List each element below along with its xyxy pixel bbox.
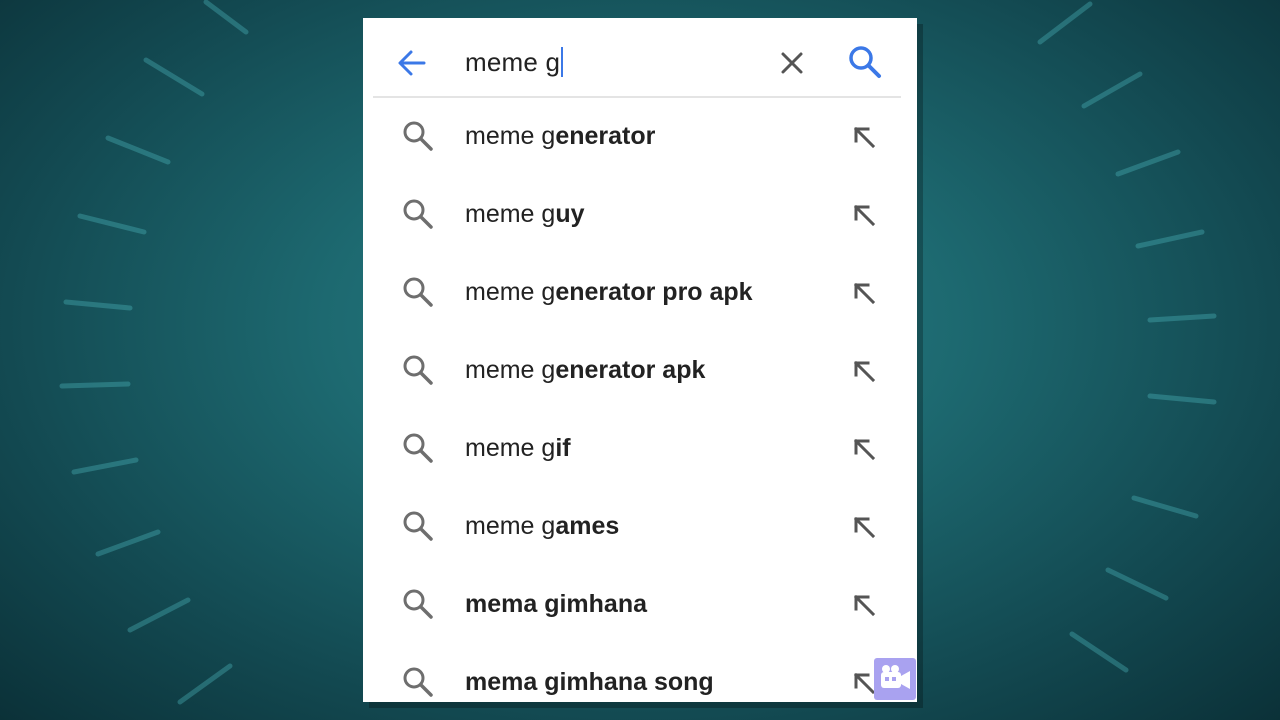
suggestion-completion-text: enerator pro apk [555, 278, 753, 306]
arrow-up-left-icon[interactable] [849, 356, 879, 386]
suggestion-item[interactable]: meme games [363, 506, 917, 584]
arrow-up-left-icon[interactable] [849, 512, 879, 542]
suggestion-label: meme generator pro apk [465, 274, 753, 310]
search-icon [403, 433, 433, 463]
suggestion-label: mema gimhana [465, 586, 647, 622]
suggestion-completion-text: uy [555, 200, 585, 228]
search-icon [403, 277, 433, 307]
search-query-text: meme g [465, 46, 561, 77]
suggestion-item[interactable]: mema gimhana song [363, 662, 917, 702]
suggestion-list: meme generator meme guy meme generator pro… [363, 116, 917, 702]
suggestion-label: meme generator [465, 118, 655, 154]
search-divider [373, 96, 901, 98]
suggestion-completion-text: ames [555, 512, 620, 540]
video-camera-icon [881, 665, 910, 689]
search-icon [403, 511, 433, 541]
search-input[interactable]: meme g [465, 44, 564, 80]
suggestion-label: meme gif [465, 430, 571, 466]
suggestion-label: meme games [465, 508, 619, 544]
suggestion-typed-text: meme g [465, 434, 556, 462]
search-panel: meme g meme generator meme guy meme genera… [363, 18, 917, 702]
search-icon [403, 355, 433, 385]
suggestion-completion-text: mema gimhana song [465, 668, 714, 696]
arrow-up-left-icon[interactable] [849, 200, 879, 230]
suggestion-completion-text: enerator apk [555, 356, 706, 384]
clear-button[interactable] [777, 48, 807, 78]
search-icon [403, 589, 433, 619]
suggestion-typed-text: meme g [465, 200, 556, 228]
close-icon [781, 52, 803, 74]
arrow-up-left-icon[interactable] [849, 590, 879, 620]
suggestion-item[interactable]: meme gif [363, 428, 917, 506]
suggestion-item[interactable]: meme guy [363, 194, 917, 272]
suggestion-completion-text: enerator [555, 122, 656, 150]
search-icon [849, 46, 881, 78]
arrow-up-left-icon[interactable] [849, 278, 879, 308]
suggestion-completion-text: if [555, 434, 571, 462]
suggestion-item[interactable]: meme generator apk [363, 350, 917, 428]
recorder-badge [874, 658, 916, 700]
search-icon [403, 199, 433, 229]
text-caret [561, 47, 564, 77]
suggestion-label: mema gimhana song [465, 664, 714, 700]
search-submit-button[interactable] [847, 44, 883, 80]
suggestion-typed-text: meme g [465, 356, 556, 384]
suggestion-item[interactable]: meme generator pro apk [363, 272, 917, 350]
suggestion-typed-text: meme g [465, 512, 556, 540]
suggestion-item[interactable]: meme generator [363, 116, 917, 194]
suggestion-typed-text: meme g [465, 278, 556, 306]
arrow-left-icon [398, 50, 426, 76]
suggestion-item[interactable]: mema gimhana [363, 584, 917, 662]
search-icon [403, 121, 433, 151]
arrow-up-left-icon[interactable] [849, 122, 879, 152]
arrow-up-left-icon[interactable] [849, 434, 879, 464]
search-bar: meme g [363, 18, 917, 98]
back-button[interactable] [395, 46, 429, 80]
search-icon [403, 667, 433, 697]
suggestion-completion-text: mema gimhana [465, 590, 648, 618]
suggestion-label: meme guy [465, 196, 585, 232]
suggestion-typed-text: meme g [465, 122, 556, 150]
suggestion-label: meme generator apk [465, 352, 705, 388]
